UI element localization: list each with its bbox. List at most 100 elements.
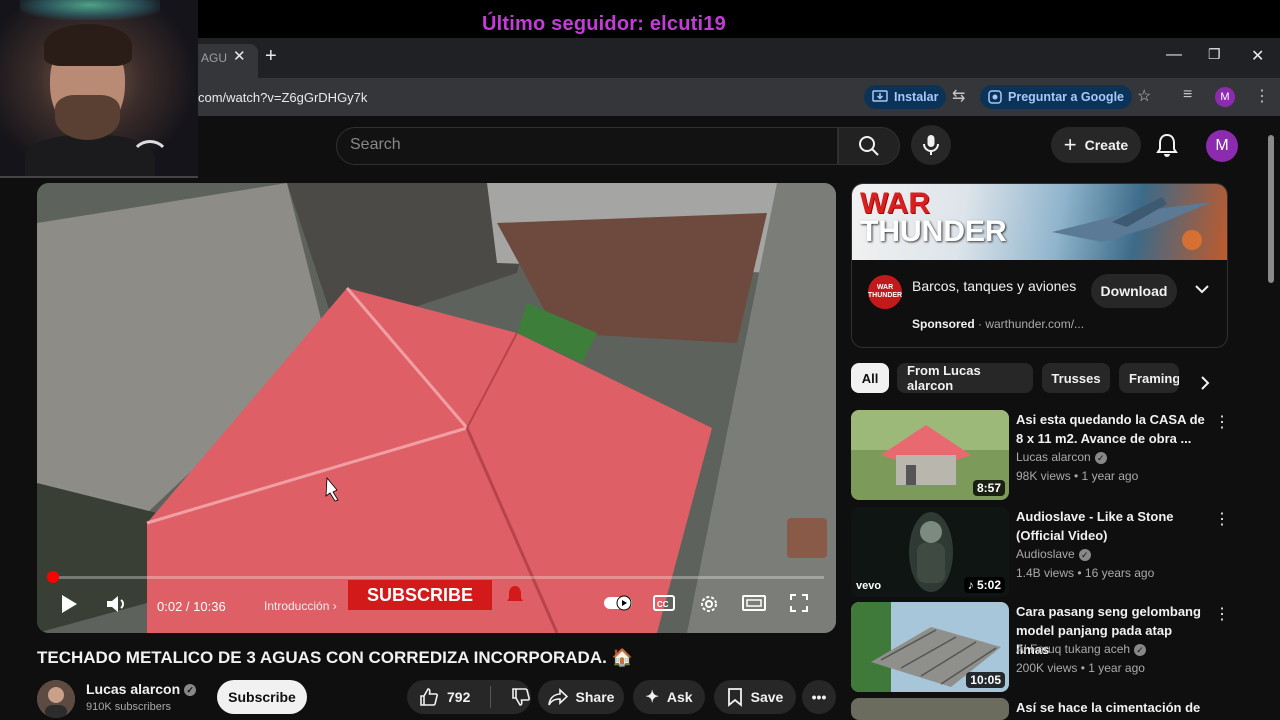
- close-window-icon[interactable]: ✕: [1251, 46, 1264, 66]
- captions-icon[interactable]: CC: [653, 593, 675, 613]
- chip-framing[interactable]: Framing: [1119, 363, 1179, 393]
- search-box[interactable]: [336, 127, 838, 165]
- channel-name[interactable]: Lucas alarcon ✓: [86, 681, 197, 697]
- video-meta: 98K views • 1 year ago: [1016, 469, 1139, 483]
- settings-gear-icon[interactable]: [698, 593, 720, 615]
- like-button[interactable]: 792: [419, 687, 470, 707]
- video-title-link[interactable]: Asi esta quedando la CASA de 8 x 11 m2. …: [1016, 410, 1206, 448]
- like-dislike-group: 792: [407, 680, 531, 714]
- more-vertical-icon[interactable]: ⋮: [1214, 412, 1230, 432]
- video-channel[interactable]: Al Faruq tukang aceh ✓: [1016, 642, 1147, 656]
- fullscreen-icon[interactable]: [789, 593, 809, 613]
- progress-track[interactable]: [49, 576, 824, 579]
- video-player[interactable]: 0:02 / 10:36 Introducción › SUBSCRIBE CC: [37, 183, 836, 633]
- dislike-button[interactable]: [511, 687, 531, 707]
- media-queue-icon[interactable]: ≡: [1183, 86, 1192, 104]
- save-button[interactable]: Save: [714, 680, 796, 714]
- notifications-button[interactable]: [1155, 132, 1179, 163]
- subscriber-count: 910K subscribers: [86, 701, 171, 713]
- create-label: Create: [1084, 137, 1129, 153]
- ad-sponsored-line: Sponsored · warthunder.com/...: [912, 317, 1085, 331]
- sponsored-label: Sponsored: [912, 317, 975, 331]
- chip-trusses[interactable]: Trusses: [1042, 363, 1110, 393]
- recommended-video[interactable]: 10:05 Cara pasang seng gelombang model p…: [851, 602, 1230, 692]
- recommended-video[interactable]: Así se hace la cimentación de: [851, 698, 1229, 720]
- bookmark-icon: [727, 688, 742, 707]
- more-vertical-icon[interactable]: ⋮: [1214, 509, 1230, 529]
- video-thumbnail[interactable]: [851, 698, 1009, 720]
- advertiser-logo[interactable]: WAR THUNDER: [868, 275, 902, 309]
- video-title-link[interactable]: Así se hace la cimentación de: [1016, 698, 1206, 717]
- more-horizontal-icon: •••: [811, 689, 827, 705]
- bookmark-star-icon[interactable]: ☆: [1137, 86, 1151, 106]
- chevron-down-icon[interactable]: [1193, 280, 1211, 298]
- video-thumbnail[interactable]: 10:05: [851, 602, 1009, 692]
- volume-icon[interactable]: [105, 593, 129, 615]
- recommended-video[interactable]: ♪ 5:02 vevo Audioslave - Like a Stone (O…: [851, 507, 1230, 597]
- ask-button[interactable]: ✦ Ask: [633, 680, 705, 714]
- vevo-tag: vevo: [856, 580, 882, 592]
- search-icon: [859, 136, 879, 156]
- like-count: 792: [447, 689, 471, 705]
- search-button[interactable]: [838, 127, 900, 165]
- chapter-title[interactable]: Introducción ›: [264, 599, 337, 613]
- more-vertical-icon[interactable]: ⋮: [1214, 604, 1230, 624]
- create-button[interactable]: + Create: [1051, 127, 1141, 163]
- sponsored-ad-card[interactable]: WAR THUNDER WAR THUNDER Barcos, tanques …: [851, 183, 1228, 348]
- plus-icon: +: [1063, 132, 1077, 157]
- sparkle-icon: ✦: [645, 689, 659, 706]
- thumbs-down-icon: [512, 688, 530, 706]
- chip-from-channel[interactable]: From Lucas alarcon: [897, 363, 1033, 393]
- restore-icon[interactable]: ❐: [1208, 46, 1221, 63]
- ad-title[interactable]: Barcos, tanques y aviones: [912, 276, 1082, 296]
- microphone-icon: [923, 135, 939, 155]
- bell-overlay-icon: [507, 586, 523, 601]
- search-input[interactable]: Search: [350, 136, 401, 154]
- browser-menu-icon[interactable]: ⋮: [1254, 86, 1270, 106]
- video-frame: [37, 183, 836, 633]
- last-follower-text: Último seguidor: elcuti19: [482, 13, 726, 35]
- browser-profile-avatar[interactable]: M: [1215, 87, 1235, 107]
- video-meta: 200K views • 1 year ago: [1016, 661, 1145, 675]
- thumbs-up-icon: [420, 688, 438, 706]
- video-channel[interactable]: Lucas alarcon ✓: [1016, 450, 1107, 464]
- video-duration: ♪ 5:02: [963, 577, 1005, 593]
- ask-label: Ask: [666, 689, 693, 705]
- subscribe-button[interactable]: Subscribe: [217, 680, 307, 714]
- ask-google-button[interactable]: Preguntar a Google: [980, 85, 1132, 109]
- chevron-right-icon[interactable]: [1196, 374, 1214, 392]
- install-app-button[interactable]: Instalar: [864, 85, 947, 109]
- theater-mode-icon[interactable]: [742, 593, 766, 613]
- account-avatar[interactable]: M: [1206, 130, 1238, 162]
- lens-icon: [988, 90, 1002, 104]
- chip-all[interactable]: All: [851, 363, 889, 393]
- ad-download-button[interactable]: Download: [1091, 274, 1177, 308]
- video-title-link[interactable]: Audioslave - Like a Stone (Official Vide…: [1016, 507, 1206, 545]
- more-actions-button[interactable]: •••: [802, 680, 836, 714]
- subscribe-watermark: SUBSCRIBE: [348, 580, 492, 610]
- channel-avatar[interactable]: [37, 680, 75, 718]
- translate-icon[interactable]: ⇆: [952, 86, 965, 106]
- video-thumbnail[interactable]: ♪ 5:02 vevo: [851, 507, 1009, 597]
- video-channel[interactable]: Audioslave ✓: [1016, 547, 1091, 561]
- time-display: 0:02 / 10:36: [157, 599, 226, 614]
- play-icon[interactable]: [59, 593, 79, 615]
- svg-text:CC: CC: [657, 600, 669, 609]
- progress-scrubber[interactable]: [47, 571, 59, 583]
- share-button[interactable]: Share: [538, 680, 624, 714]
- autoplay-toggle-icon[interactable]: [603, 593, 633, 613]
- browser-tab-title: AGU: [201, 51, 228, 65]
- minimize-icon[interactable]: —: [1166, 46, 1182, 64]
- scrollbar-thumb[interactable]: [1268, 135, 1274, 283]
- new-tab-icon[interactable]: +: [265, 45, 277, 68]
- verified-icon: ✓: [1134, 643, 1147, 656]
- tab-close-icon[interactable]: ✕: [233, 47, 246, 65]
- address-bar[interactable]: com/watch?v=Z6gGrDHGy7k: [198, 90, 367, 105]
- voice-search-button[interactable]: [911, 125, 951, 165]
- recommended-video[interactable]: 8:57 Asi esta quedando la CASA de 8 x 11…: [851, 410, 1230, 500]
- ask-google-label: Preguntar a Google: [1008, 90, 1124, 104]
- video-thumbnail[interactable]: 8:57: [851, 410, 1009, 500]
- ad-banner[interactable]: WAR THUNDER: [852, 184, 1227, 260]
- ad-domain: warthunder.com/...: [985, 317, 1085, 331]
- streamer-webcam: [0, 0, 198, 178]
